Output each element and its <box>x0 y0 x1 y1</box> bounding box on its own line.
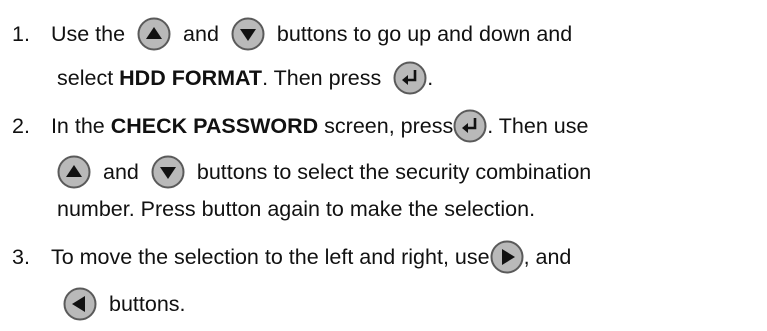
step-text: and <box>103 160 139 184</box>
step-text: . Then use <box>487 114 589 138</box>
step-text: number. Press button again to make the s… <box>57 197 536 221</box>
step-text: In the <box>50 114 105 138</box>
down-button-icon[interactable] <box>151 155 185 189</box>
step-text: and <box>183 22 219 46</box>
step-text: . Then press <box>262 66 382 90</box>
step-text: buttons. <box>109 292 186 316</box>
step-number: 2. <box>12 114 30 138</box>
step-2-line-1: 2. In the CHECK PASSWORD screen, press .… <box>12 106 588 146</box>
enter-button-icon[interactable] <box>453 109 487 143</box>
step-text: . <box>427 66 434 90</box>
step-text: screen, press <box>324 114 454 138</box>
step-3-line-2: buttons. <box>63 284 186 324</box>
step-2-line-2: and buttons to select the security combi… <box>57 152 591 192</box>
step-2-line-3: number. Press button again to make the s… <box>57 189 535 229</box>
left-button-icon[interactable] <box>63 287 97 321</box>
menu-item-name: HDD FORMAT <box>119 66 263 90</box>
step-text: Use the <box>50 22 126 46</box>
right-button-icon[interactable] <box>490 240 524 274</box>
step-text: To move the selection to the left and ri… <box>50 245 490 269</box>
step-1-line-2: select HDD FORMAT . Then press . <box>57 58 433 98</box>
screen-name: CHECK PASSWORD <box>110 114 319 138</box>
step-1-line-1: 1. Use the and buttons to go up and down… <box>12 14 572 54</box>
step-text: , and <box>523 245 572 269</box>
step-text: buttons to go up and down and <box>276 22 573 46</box>
up-button-icon[interactable] <box>137 17 171 51</box>
step-number: 1. <box>12 22 30 46</box>
up-button-icon[interactable] <box>57 155 91 189</box>
down-button-icon[interactable] <box>231 17 265 51</box>
step-3-line-1: 3. To move the selection to the left and… <box>12 237 571 277</box>
step-text: buttons to select the security combinati… <box>196 160 592 184</box>
step-number: 3. <box>12 245 30 269</box>
enter-button-icon[interactable] <box>393 61 427 95</box>
step-text: select <box>57 66 114 90</box>
